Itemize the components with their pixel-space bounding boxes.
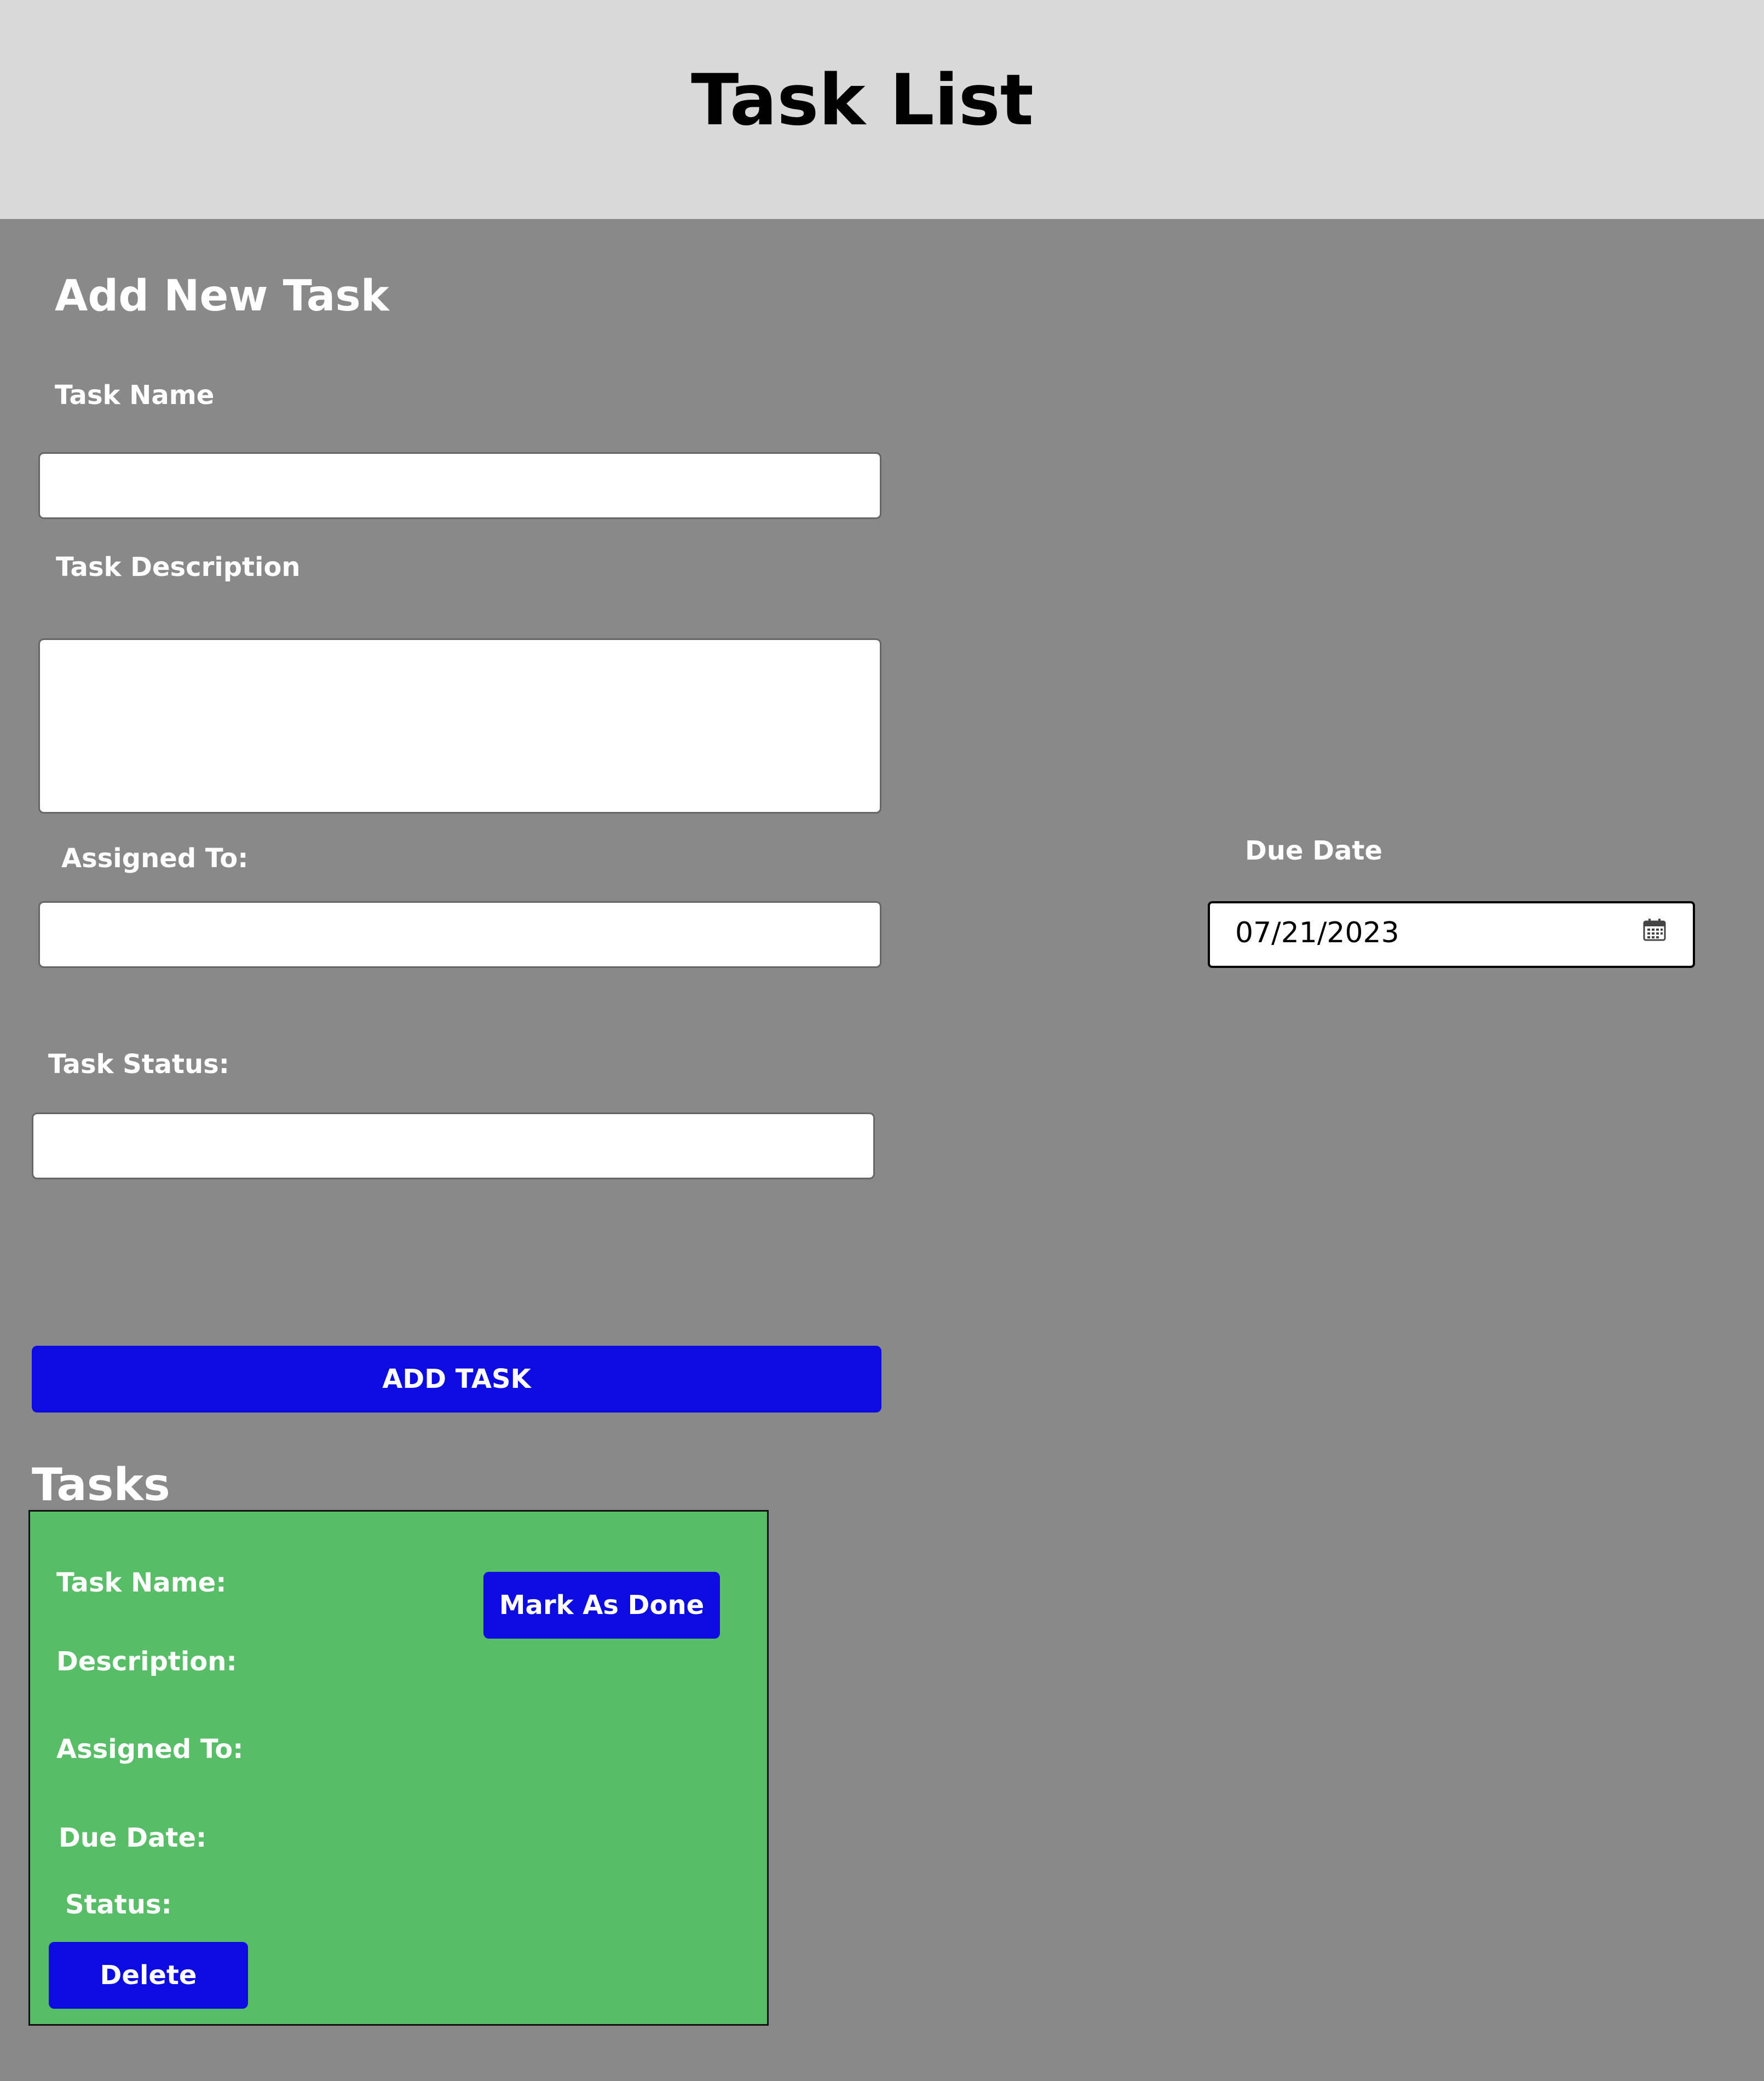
due-date-input[interactable]: 07/21/2023: [1208, 901, 1695, 968]
card-status-label: Status:: [65, 1889, 172, 1920]
delete-button[interactable]: Delete: [49, 1942, 248, 2009]
card-description-label: Description:: [56, 1646, 237, 1677]
task-card: Task Name: Mark As Done Description: Ass…: [28, 1510, 769, 2026]
task-status-label: Task Status:: [48, 1049, 229, 1080]
page-title: Task List: [691, 60, 1034, 141]
task-description-label: Task Description: [56, 552, 301, 583]
calendar-icon[interactable]: [1642, 918, 1667, 942]
card-due-date-label: Due Date:: [59, 1823, 207, 1853]
task-status-input[interactable]: [32, 1112, 875, 1179]
add-task-button[interactable]: ADD TASK: [32, 1346, 881, 1413]
due-date-label: Due Date: [1245, 835, 1383, 866]
add-task-heading: Add New Task: [55, 272, 389, 321]
header-bar: Task List: [0, 0, 1764, 219]
mark-as-done-button[interactable]: Mark As Done: [483, 1572, 720, 1639]
card-assigned-to-label: Assigned To:: [56, 1734, 244, 1765]
due-date-value: 07/21/2023: [1235, 916, 1399, 949]
task-description-input[interactable]: [38, 638, 881, 814]
task-name-input[interactable]: [38, 452, 881, 519]
task-name-label: Task Name: [55, 380, 215, 411]
assigned-to-input[interactable]: [38, 901, 881, 968]
tasks-heading: Tasks: [32, 1459, 170, 1511]
assigned-to-label: Assigned To:: [61, 843, 249, 874]
card-task-name-label: Task Name:: [56, 1567, 227, 1598]
